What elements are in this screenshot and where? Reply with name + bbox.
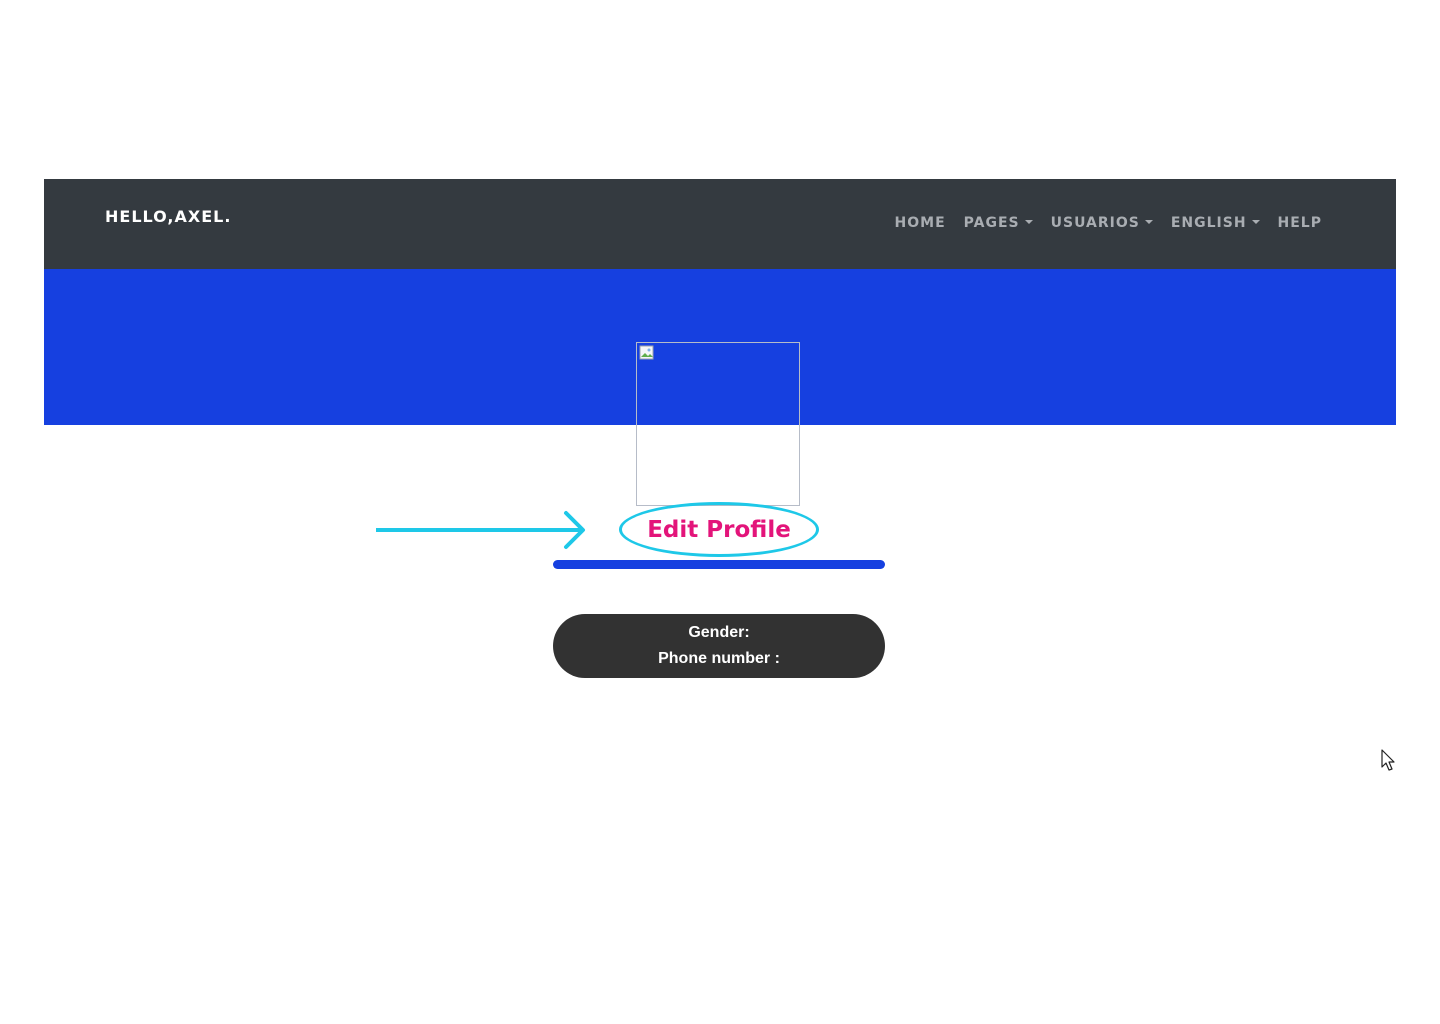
broken-image-icon bbox=[639, 345, 654, 360]
caret-down-icon bbox=[1144, 220, 1153, 224]
edit-profile-link[interactable]: Edit Profile bbox=[619, 502, 819, 557]
phone-number-label: Phone number : bbox=[658, 650, 780, 667]
nav-item-english[interactable]: ENGLISH bbox=[1171, 215, 1260, 231]
nav-item-home[interactable]: HOME bbox=[895, 215, 946, 231]
nav-item-pages[interactable]: PAGES bbox=[964, 215, 1033, 231]
brand-greeting[interactable]: HELLO,AXEL. bbox=[105, 207, 231, 226]
profile-info-card: Gender: Phone number : bbox=[553, 614, 885, 678]
top-navbar: HELLO,AXEL. HOME PAGES USUARIOS ENGLISH … bbox=[44, 179, 1396, 269]
nav-item-usuarios[interactable]: USUARIOS bbox=[1051, 215, 1153, 231]
caret-down-icon bbox=[1251, 220, 1260, 224]
section-divider bbox=[553, 560, 885, 569]
mouse-cursor-icon bbox=[1381, 749, 1395, 771]
nav-item-label: ENGLISH bbox=[1170, 215, 1247, 231]
nav-item-label: USUARIOS bbox=[1050, 215, 1140, 231]
gender-label: Gender: bbox=[688, 624, 750, 641]
caret-down-icon bbox=[1024, 220, 1033, 224]
nav-item-help[interactable]: HELP bbox=[1278, 215, 1322, 231]
nav-item-label: HELP bbox=[1277, 215, 1322, 231]
nav-item-label: PAGES bbox=[963, 215, 1020, 231]
profile-avatar bbox=[636, 342, 800, 506]
nav-item-label: HOME bbox=[894, 215, 946, 231]
nav-menu: HOME PAGES USUARIOS ENGLISH HELP bbox=[877, 215, 1322, 231]
arrow-right-icon bbox=[376, 511, 585, 549]
